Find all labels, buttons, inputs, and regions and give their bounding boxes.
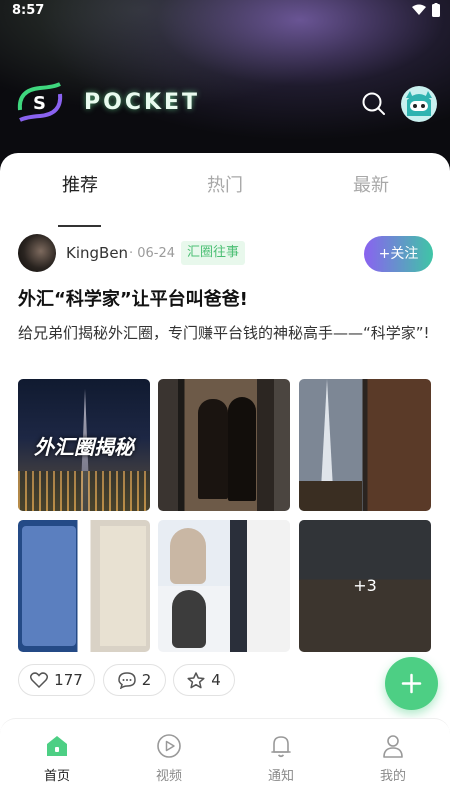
- image-detail: [100, 526, 146, 646]
- post-image-1[interactable]: 外汇圈揭秘: [18, 379, 150, 511]
- tab-hot[interactable]: 热门: [185, 171, 265, 197]
- wifi-icon: [412, 4, 426, 15]
- image-detail: [228, 397, 256, 501]
- status-time: 8:57: [12, 3, 45, 18]
- heart-icon: [30, 672, 49, 688]
- more-images-count[interactable]: +3: [299, 520, 431, 652]
- nav-home-label: 首页: [43, 769, 70, 784]
- tab-recommend[interactable]: 推荐: [40, 171, 120, 197]
- status-icons: [412, 3, 440, 17]
- s-logo-icon: S: [17, 82, 63, 122]
- nav-home[interactable]: 首页: [27, 733, 87, 784]
- status-bar: 8:57: [0, 0, 450, 22]
- post-image-6[interactable]: +3: [299, 520, 431, 652]
- author-name[interactable]: KingBen: [66, 244, 128, 262]
- svg-text:S: S: [33, 93, 46, 114]
- post-image-3[interactable]: [299, 379, 431, 511]
- favorite-count: 4: [211, 671, 221, 689]
- post-body[interactable]: 给兄弟们揭秘外汇圈，专门赚平台钱的神秘高手——“科学家”!: [18, 320, 433, 346]
- nav-video[interactable]: 视频: [139, 733, 199, 784]
- app-logo: S POCKET: [14, 80, 200, 124]
- search-icon: [362, 92, 385, 115]
- tab-active-indicator: [58, 225, 101, 227]
- feed-card: 推荐 热门 最新 KingBen · 06-24 汇圈往事 +关注 外汇“科学家…: [0, 153, 450, 800]
- author-avatar[interactable]: [18, 234, 56, 272]
- user-avatar[interactable]: [401, 86, 437, 122]
- star-icon: [187, 671, 205, 688]
- post-date: · 06-24: [129, 246, 176, 261]
- nav-video-label: 视频: [155, 769, 182, 784]
- favorite-button[interactable]: 4: [173, 664, 235, 696]
- follow-button[interactable]: +关注: [364, 236, 433, 272]
- comment-button[interactable]: 2: [103, 664, 166, 696]
- tab-latest[interactable]: 最新: [331, 171, 411, 197]
- home-icon: [47, 736, 67, 756]
- image-overlay-text: 外汇圈揭秘: [34, 435, 134, 459]
- plus-icon: [401, 673, 422, 694]
- bell-icon: [271, 736, 291, 758]
- feed-tabs: 推荐 热门 最新: [0, 171, 450, 227]
- play-icon: [157, 734, 181, 758]
- image-detail: [299, 481, 363, 511]
- nav-mine[interactable]: 我的: [363, 733, 423, 784]
- image-detail: [170, 528, 206, 584]
- comment-icon: [117, 671, 136, 689]
- image-detail: [22, 526, 76, 646]
- comment-count: 2: [141, 671, 152, 689]
- nav-mine-label: 我的: [379, 769, 406, 784]
- image-detail: [172, 590, 206, 648]
- mascot-avatar-icon: [406, 91, 432, 116]
- post-image-4[interactable]: [18, 520, 150, 652]
- post-tag[interactable]: 汇圈往事: [181, 241, 246, 265]
- image-detail: [198, 399, 228, 499]
- user-icon: [383, 735, 403, 758]
- image-detail: [18, 471, 150, 511]
- post-image-5[interactable]: [158, 520, 290, 652]
- battery-icon: [432, 3, 440, 17]
- search-button[interactable]: [361, 91, 387, 117]
- image-detail: [230, 520, 290, 652]
- app-title: POCKET: [84, 89, 201, 115]
- create-post-button[interactable]: [385, 657, 438, 710]
- image-detail: [321, 379, 333, 489]
- like-button[interactable]: 177: [18, 664, 95, 696]
- post-title[interactable]: 外汇“科学家”让平台叫爸爸!: [18, 285, 433, 311]
- nav-notify[interactable]: 通知: [251, 733, 311, 784]
- like-count: 177: [54, 671, 83, 689]
- post-image-2[interactable]: [158, 379, 290, 511]
- nav-notify-label: 通知: [267, 769, 294, 784]
- bottom-nav: 首页 视频 通知 我的: [0, 718, 450, 800]
